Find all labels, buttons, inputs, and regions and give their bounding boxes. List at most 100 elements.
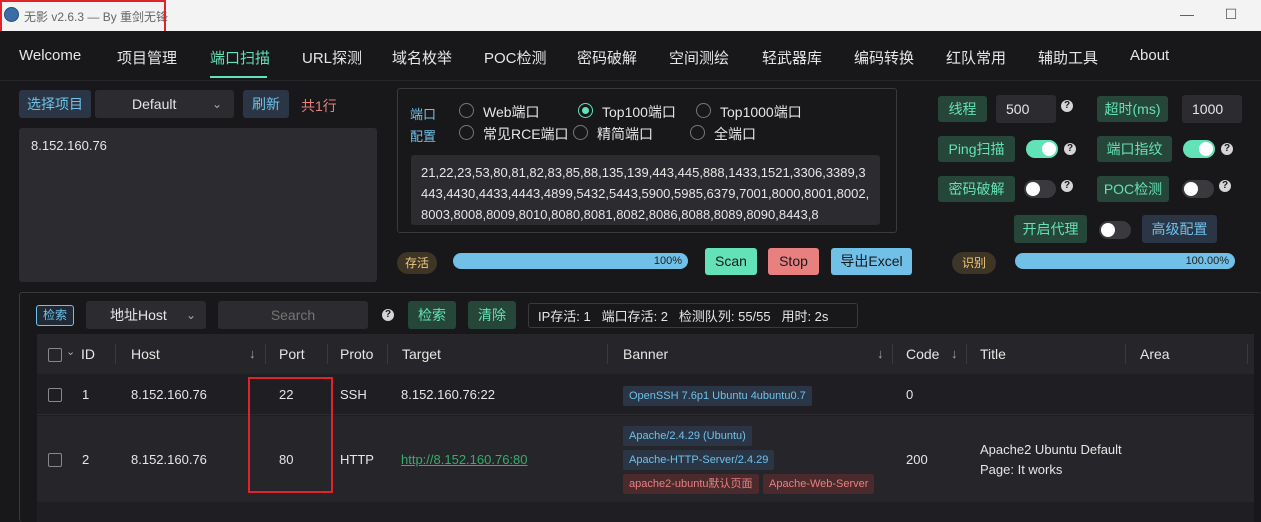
nav-crack[interactable]: 密码破解 [577,47,637,68]
chevron-down-icon: ⌄ [211,97,222,111]
cell-code: 200 [906,452,928,467]
row-checkbox[interactable] [48,453,62,467]
scan-stats: IP存活: 1 端口存活: 2 检测队列: 55/55 用时: 2s [528,303,858,328]
sort-icon[interactable]: ↓ [877,346,884,361]
identify-progress-text: 100.00% [1185,255,1229,267]
cell-id: 2 [82,452,90,467]
maximize-button[interactable]: ☐ [1220,6,1242,24]
col-target[interactable]: Target [402,334,441,374]
title-bar: 无影 v2.6.3 — By 重剑无锋 — ☐ [0,0,1261,36]
active-tab-underline [210,76,267,78]
help-icon[interactable]: ? [1061,100,1073,112]
col-banner[interactable]: Banner [623,334,668,374]
col-port[interactable]: Port [279,334,305,374]
timeout-input[interactable]: 1000 [1182,95,1242,123]
port-fingerprint-toggle[interactable] [1183,140,1215,158]
export-excel-button[interactable]: 导出Excel [831,248,912,275]
nav-redteam[interactable]: 红队常用 [946,47,1006,68]
cell-host: 8.152.160.76 [131,452,207,467]
search-field-select[interactable]: 地址Host ⌄ [86,301,206,329]
banner-tag: apache2-ubuntu默认页面 [623,474,759,494]
banner-tag: Apache/2.4.29 (Ubuntu) [623,426,752,446]
poc-check-toggle[interactable] [1182,180,1214,198]
col-id[interactable]: ID [81,334,95,374]
column-divider [892,344,893,364]
sort-icon[interactable]: ↓ [249,346,256,361]
cell-id: 1 [82,387,90,402]
col-code[interactable]: Code [906,334,939,374]
row-checkbox[interactable] [48,388,62,402]
col-host[interactable]: Host [131,334,160,374]
column-divider [387,344,388,364]
minimize-button[interactable]: — [1176,6,1198,24]
help-icon[interactable]: ? [1061,180,1073,192]
proxy-toggle[interactable] [1099,221,1131,239]
alive-progress-bar: 100% [453,253,688,269]
search-field-value: 地址Host [110,307,167,323]
radio-lite-ports[interactable] [573,125,588,140]
sort-icon[interactable]: ↓ [951,346,958,361]
nav-url-probe[interactable]: URL探测 [302,47,362,68]
cell-host: 8.152.160.76 [131,387,207,402]
chevron-down-icon[interactable]: ⌄ [66,345,75,358]
target-link[interactable]: http://8.152.160.76:80 [401,452,528,467]
radio-web-ports[interactable] [459,103,474,118]
select-project-button[interactable]: 选择项目 [19,90,91,118]
help-icon[interactable]: ? [1064,143,1076,155]
proxy-label: 开启代理 [1014,215,1087,243]
nav-welcome[interactable]: Welcome [19,47,81,64]
alive-tag: 存活 [397,252,437,274]
search-input[interactable] [218,301,368,329]
cell-title-line2: Page: It works [980,462,1063,477]
col-title[interactable]: Title [980,334,1006,374]
project-select-value: Default [132,96,177,112]
chevron-down-icon: ⌄ [185,308,196,322]
radio-all-ports[interactable] [690,125,705,140]
nav-project[interactable]: 项目管理 [117,47,177,68]
alive-progress-track: 100% [453,253,688,269]
nav-mapping[interactable]: 空间测绘 [669,47,729,68]
port-list-textarea[interactable]: 21,22,23,53,80,81,82,83,85,88,135,139,44… [411,155,880,225]
radio-all-ports-label: 全端口 [714,126,756,142]
advanced-config-button[interactable]: 高级配置 [1142,215,1217,243]
config-group-label: 配置 [410,129,437,144]
targets-textarea[interactable]: 8.152.160.76 [19,128,377,282]
main-nav: Welcome 项目管理 端口扫描 URL探测 域名枚举 POC检测 密码破解 … [0,31,1261,81]
stop-button[interactable]: Stop [768,248,819,275]
row-count: 共1行 [301,98,337,114]
threads-input[interactable]: 500 [996,95,1056,123]
nav-tools[interactable]: 辅助工具 [1038,47,1098,68]
radio-top100[interactable] [578,103,593,118]
column-divider [265,344,266,364]
crack-toggle[interactable] [1024,180,1056,198]
clear-button[interactable]: 清除 [468,301,516,329]
help-icon[interactable]: ? [382,309,394,321]
col-area[interactable]: Area [1140,334,1170,374]
select-all-checkbox[interactable] [48,348,62,362]
nav-domain-enum[interactable]: 域名枚举 [392,47,452,68]
banner-tag: OpenSSH 7.6p1 Ubuntu 4ubuntu0.7 [623,386,812,406]
radio-rce-ports[interactable] [459,125,474,140]
search-label-tag: 检索 [36,305,74,326]
scan-button[interactable]: Scan [705,248,757,275]
search-button[interactable]: 检索 [408,301,456,329]
project-select[interactable]: Default ⌄ [95,90,234,118]
radio-top1000-label: Top1000端口 [720,104,802,120]
identify-progress-track: 100.00% [1015,253,1235,269]
help-icon[interactable]: ? [1219,180,1231,192]
cell-proto: HTTP [340,452,374,467]
nav-encode[interactable]: 编码转换 [854,47,914,68]
ping-scan-toggle[interactable] [1026,140,1058,158]
port-highlight-box [248,377,333,493]
cell-proto: SSH [340,387,367,402]
help-icon[interactable]: ? [1221,143,1233,155]
port-list-value: 21,22,23,53,80,81,82,83,85,88,135,139,44… [421,165,870,222]
radio-top1000[interactable] [696,103,711,118]
nav-poc[interactable]: POC检测 [484,47,547,68]
refresh-button[interactable]: 刷新 [243,90,289,118]
radio-top100-label: Top100端口 [602,104,676,120]
col-proto[interactable]: Proto [340,334,373,374]
nav-about[interactable]: About [1130,47,1169,64]
nav-port-scan[interactable]: 端口扫描 [210,47,270,68]
nav-weapons[interactable]: 轻武器库 [762,47,822,68]
